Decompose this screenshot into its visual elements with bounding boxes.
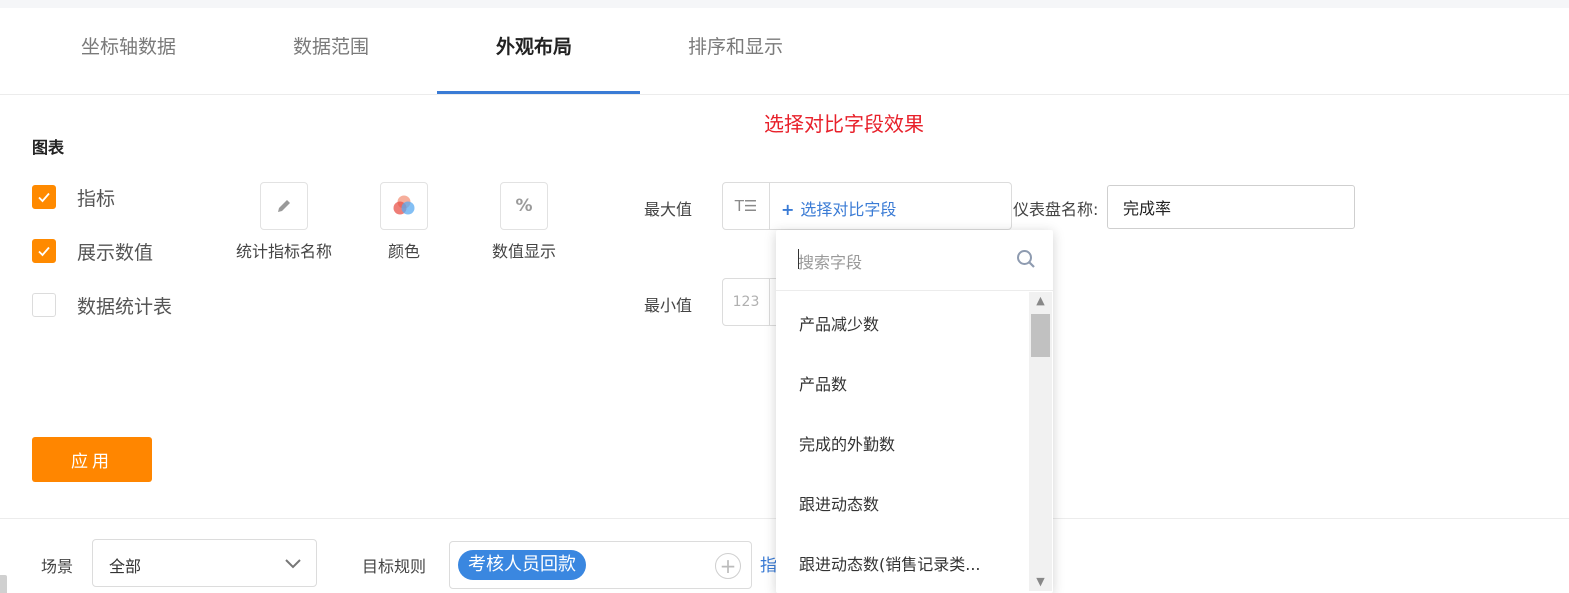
apply-button[interactable]: 应用 [32,437,152,482]
scene-value: 全部 [109,557,142,576]
target-rule-box[interactable]: 考核人员回款 + [449,541,752,589]
number-type-icon: 123 [723,279,770,325]
field-search-input[interactable]: 搜索字段 [798,249,862,273]
tool-color[interactable]: 颜色 [334,182,474,262]
text-cursor [798,249,799,269]
checkmark-icon [38,192,50,203]
scene-label: 场景 [41,557,74,576]
active-tab-indicator [437,91,640,94]
checkbox-checked[interactable] [32,185,56,209]
text-type-icon: T☰ [723,183,770,229]
check-indicator[interactable]: 指标 [32,184,115,210]
scrollbar-thumb[interactable] [1031,314,1050,357]
chevron-down-icon [285,559,301,569]
bottom-link[interactable]: 指 [760,551,777,576]
checkbox-unchecked[interactable] [32,293,56,317]
top-strip [0,0,1569,8]
check-label: 展示数值 [77,241,154,264]
add-rule-icon[interactable]: + [715,553,741,579]
tool-value-display-button[interactable]: % [500,182,548,230]
check-show-values[interactable]: 展示数值 [32,238,153,264]
tool-value-display[interactable]: % 数值显示 [454,182,594,262]
chart-section-title: 图表 [32,138,65,157]
search-icon[interactable] [1016,249,1036,269]
tab-bar: 坐标轴数据 数据范围 外观布局 排序和显示 [0,8,1569,95]
min-value-label: 最小值 [644,296,693,315]
annotation-text: 选择对比字段效果 [764,112,924,136]
select-compare-field-label: 选择对比字段 [800,200,897,219]
min-value-input[interactable]: 123 [722,278,782,326]
check-label: 指标 [77,187,116,210]
compare-field-dropdown: 搜索字段 产品减少数 产品数 完成的外勤数 跟进动态数 跟进动态数(销售记录类.… [776,230,1053,593]
max-value-label: 最大值 [644,200,693,219]
settings-page: 坐标轴数据 数据范围 外观布局 排序和显示 选择对比字段效果 图表 指标 展示数… [0,0,1569,593]
tool-color-button[interactable] [380,182,428,230]
tab-sort-display[interactable]: 排序和显示 [688,32,783,59]
tool-metric-name[interactable]: 统计指标名称 [214,182,354,262]
rule-tag[interactable]: 考核人员回款 [458,550,586,580]
check-data-table[interactable]: 数据统计表 [32,292,172,318]
checkmark-icon [38,246,50,257]
scene-select[interactable]: 全部 [92,539,317,587]
pencil-icon [278,200,290,212]
select-compare-field-button[interactable]: + 选择对比字段 [781,196,896,220]
tab-data-range[interactable]: 数据范围 [293,32,369,59]
list-item[interactable]: 产品减少数 [799,311,1021,335]
field-search-box[interactable]: 搜索字段 [776,230,1053,291]
resize-grip[interactable] [0,575,7,593]
list-item[interactable]: 跟进动态数 [799,491,1021,515]
color-palette-icon [393,195,415,215]
checkbox-checked[interactable] [32,239,56,263]
target-rule-label: 目标规则 [362,557,427,576]
gauge-name-label: 仪表盘名称: [1013,200,1099,219]
list-item[interactable]: 产品数 [799,371,1021,395]
list-item[interactable]: 完成的外勤数 [799,431,1021,455]
tab-axis-data[interactable]: 坐标轴数据 [81,32,176,59]
scroll-up-arrow-icon[interactable]: ▲ [1029,292,1052,310]
tool-label: 数值显示 [491,242,556,261]
gauge-name-input[interactable] [1107,185,1355,229]
tab-appearance-layout[interactable]: 外观布局 [496,32,572,59]
tool-label: 颜色 [387,242,420,261]
plus-icon: + [781,200,795,219]
max-value-input[interactable]: T☰ + 选择对比字段 [722,182,1012,230]
check-label: 数据统计表 [77,295,173,318]
tool-metric-name-button[interactable] [260,182,308,230]
dropdown-scrollbar[interactable]: ▲ ▼ [1029,292,1052,591]
field-list: 产品减少数 产品数 完成的外勤数 跟进动态数 跟进动态数(销售记录类... [776,291,1030,593]
percent-icon: % [515,196,533,216]
tool-label: 统计指标名称 [235,242,332,261]
list-item[interactable]: 跟进动态数(销售记录类... [799,551,1021,575]
scroll-down-arrow-icon[interactable]: ▼ [1029,573,1052,591]
